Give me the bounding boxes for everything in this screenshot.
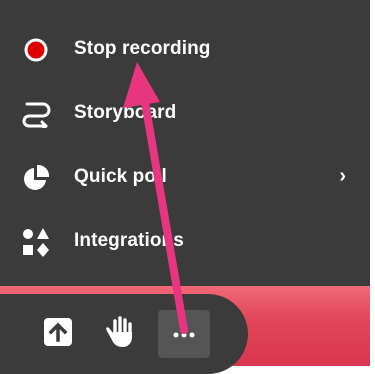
menu-item-stop-recording[interactable]: Stop recording [0,18,370,82]
raise-hand-button[interactable] [100,314,140,354]
menu-item-label: Integrations [74,230,184,251]
bottom-toolbar [0,294,248,374]
upload-icon [42,316,74,353]
storyboard-icon [20,98,52,130]
pie-chart-icon [20,162,52,194]
screen: Stop recording Storyboard Quick poll › I… [0,0,375,374]
chevron-right-icon: › [339,165,346,187]
more-menu: Stop recording Storyboard Quick poll › I… [0,18,370,274]
menu-item-integrations[interactable]: Integrations [0,210,370,274]
integrations-icon [20,226,52,258]
record-icon [20,34,52,66]
upload-button[interactable] [38,314,78,354]
menu-item-quick-poll[interactable]: Quick poll › [0,146,370,210]
menu-item-label: Quick poll [74,166,167,187]
more-icon [173,325,195,343]
menu-item-label: Storyboard [74,102,177,123]
menu-item-storyboard[interactable]: Storyboard [0,82,370,146]
menu-item-label: Stop recording [74,38,211,59]
more-options-button[interactable] [158,310,210,358]
hand-icon [105,315,135,354]
